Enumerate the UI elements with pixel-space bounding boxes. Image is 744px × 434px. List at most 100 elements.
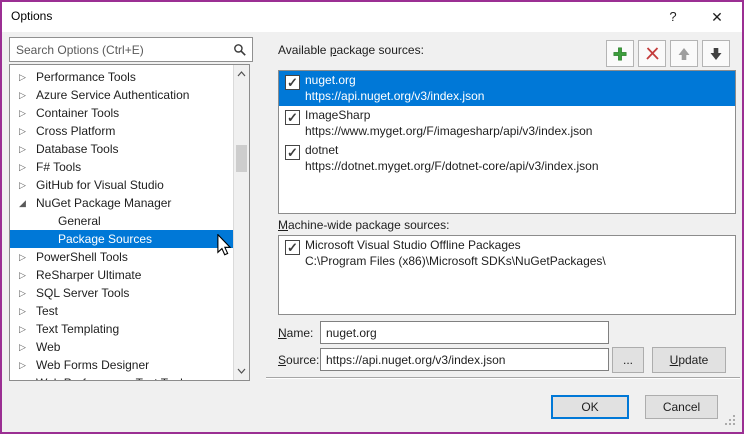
sidebar-item[interactable]: Package Sources	[10, 230, 234, 248]
expander-icon[interactable]: ▷	[15, 338, 30, 356]
source-url: https://www.myget.org/F/imagesharp/api/v…	[305, 124, 592, 138]
source-url: https://dotnet.myget.org/F/dotnet-core/a…	[305, 159, 599, 173]
tree-rows: ▷ Performance Tools ▷ Azure Service Auth…	[10, 68, 234, 381]
machine-sources-label: Machine-wide package sources:	[278, 218, 449, 232]
expander-icon[interactable]: ▷	[15, 140, 30, 158]
ok-button[interactable]: OK	[551, 395, 629, 419]
sidebar-item-label: Text Templating	[36, 322, 119, 336]
name-input[interactable]	[320, 321, 609, 344]
package-source-row[interactable]: ✓ ImageSharp https://www.myget.org/F/ima…	[279, 106, 735, 141]
sidebar-item-label: Web	[36, 340, 60, 354]
browse-button[interactable]: ...	[612, 347, 644, 373]
help-icon[interactable]: ?	[655, 2, 691, 32]
search-input[interactable]: Search Options (Ctrl+E)	[9, 37, 253, 62]
sidebar-item[interactable]: ▷ Text Templating	[10, 320, 234, 338]
up-arrow-icon	[677, 47, 691, 61]
expander-icon[interactable]: ▷	[15, 356, 30, 374]
sidebar-item-label: F# Tools	[36, 160, 81, 174]
add-source-button[interactable]	[606, 40, 634, 67]
sidebar-item-label: Package Sources	[58, 232, 152, 246]
sidebar-item[interactable]: ▷ Azure Service Authentication	[10, 86, 234, 104]
sidebar-item[interactable]: ▷ Performance Tools	[10, 68, 234, 86]
sidebar-item[interactable]: ▷ Web	[10, 338, 234, 356]
sidebar-item[interactable]: General	[10, 212, 234, 230]
sidebar-item-label: General	[58, 214, 101, 228]
expander-icon[interactable]: ▷	[15, 104, 30, 122]
package-source-row[interactable]: ✓ dotnet https://dotnet.myget.org/F/dotn…	[279, 141, 735, 176]
expander-icon[interactable]: ▷	[15, 86, 30, 104]
sidebar-item[interactable]: ▷ Test	[10, 302, 234, 320]
package-source-row[interactable]: ✓ Microsoft Visual Studio Offline Packag…	[279, 236, 735, 271]
expander-icon[interactable]: ▷	[15, 320, 30, 338]
expander-icon[interactable]: ▷	[15, 122, 30, 140]
sidebar-item-label: Database Tools	[36, 142, 119, 156]
source-name: nuget.org	[305, 73, 356, 87]
scroll-up-icon[interactable]	[234, 67, 248, 81]
expander-icon[interactable]: ▷	[15, 248, 30, 266]
sidebar-item-label: PowerShell Tools	[36, 250, 128, 264]
x-icon	[645, 46, 660, 61]
scroll-down-icon[interactable]	[234, 364, 248, 378]
move-up-button[interactable]	[670, 40, 698, 67]
sidebar-item[interactable]: ◢ NuGet Package Manager	[10, 194, 234, 212]
source-name: ImageSharp	[305, 108, 370, 122]
name-label: Name:	[278, 326, 313, 340]
sidebar-item-label: Container Tools	[36, 106, 119, 120]
expander-icon[interactable]: ▷	[15, 284, 30, 302]
sidebar-item[interactable]: ▷ Cross Platform	[10, 122, 234, 140]
source-name: Microsoft Visual Studio Offline Packages	[305, 238, 521, 252]
sidebar-item[interactable]: ▷ Database Tools	[10, 140, 234, 158]
dialog-title: Options	[11, 9, 52, 23]
close-icon[interactable]: ✕	[699, 2, 735, 32]
remove-source-button[interactable]	[638, 40, 666, 67]
expander-icon[interactable]: ▷	[15, 302, 30, 320]
expander-icon[interactable]: ▷	[15, 266, 30, 284]
sidebar-item-label: Test	[36, 304, 58, 318]
sidebar-item-label: Web Performance Test Tools	[36, 376, 189, 381]
source-url: C:\Program Files (x86)\Microsoft SDKs\Nu…	[305, 254, 606, 268]
tree-scrollbar[interactable]	[233, 65, 249, 380]
sidebar-item[interactable]: ▷ GitHub for Visual Studio	[10, 176, 234, 194]
title-bar[interactable]: Options ? ✕	[2, 2, 742, 32]
sidebar-item-label: ReSharper Ultimate	[36, 268, 141, 282]
down-arrow-icon	[709, 47, 723, 61]
cancel-button[interactable]: Cancel	[645, 395, 718, 419]
divider	[266, 377, 740, 379]
update-button[interactable]: Update	[652, 347, 726, 373]
sidebar-item[interactable]: ▷ F# Tools	[10, 158, 234, 176]
options-tree: ▷ Performance Tools ▷ Azure Service Auth…	[9, 64, 250, 381]
move-down-button[interactable]	[702, 40, 730, 67]
expander-icon[interactable]: ◢	[15, 194, 30, 212]
source-name: dotnet	[305, 143, 338, 157]
sidebar-item[interactable]: ▷ SQL Server Tools	[10, 284, 234, 302]
source-url: https://api.nuget.org/v3/index.json	[305, 89, 484, 103]
sidebar-item[interactable]: ▷ PowerShell Tools	[10, 248, 234, 266]
sidebar-item-label: SQL Server Tools	[36, 286, 129, 300]
expander-icon[interactable]: ▷	[15, 176, 30, 194]
resize-grip[interactable]	[733, 423, 735, 425]
package-source-row[interactable]: ✓ nuget.org https://api.nuget.org/v3/ind…	[279, 71, 735, 106]
checkbox[interactable]: ✓	[285, 110, 300, 125]
expander-icon[interactable]: ▷	[15, 68, 30, 86]
plus-icon	[612, 46, 628, 62]
expander-icon[interactable]: ▷	[15, 374, 30, 381]
checkbox[interactable]: ✓	[285, 75, 300, 90]
checkbox[interactable]: ✓	[285, 240, 300, 255]
sidebar-item-label: GitHub for Visual Studio	[36, 178, 164, 192]
sidebar-item[interactable]: ▷ Web Forms Designer	[10, 356, 234, 374]
expander-icon[interactable]: ▷	[15, 158, 30, 176]
sidebar-item-label: Web Forms Designer	[36, 358, 149, 372]
sidebar-item-label: Performance Tools	[36, 70, 136, 84]
machine-sources-list: ✓ Microsoft Visual Studio Offline Packag…	[278, 235, 736, 315]
scrollbar-thumb[interactable]	[236, 145, 247, 172]
source-input[interactable]	[320, 348, 609, 371]
sidebar-item-label: Cross Platform	[36, 124, 115, 138]
sidebar-item-label: Azure Service Authentication	[36, 88, 189, 102]
sidebar-item[interactable]: ▷ Web Performance Test Tools	[10, 374, 234, 381]
options-dialog: Options ? ✕ Search Options (Ctrl+E) ▷ Pe…	[0, 0, 744, 434]
checkbox[interactable]: ✓	[285, 145, 300, 160]
sidebar-item[interactable]: ▷ ReSharper Ultimate	[10, 266, 234, 284]
available-sources-list: ✓ nuget.org https://api.nuget.org/v3/ind…	[278, 70, 736, 214]
search-icon	[233, 43, 247, 57]
sidebar-item[interactable]: ▷ Container Tools	[10, 104, 234, 122]
